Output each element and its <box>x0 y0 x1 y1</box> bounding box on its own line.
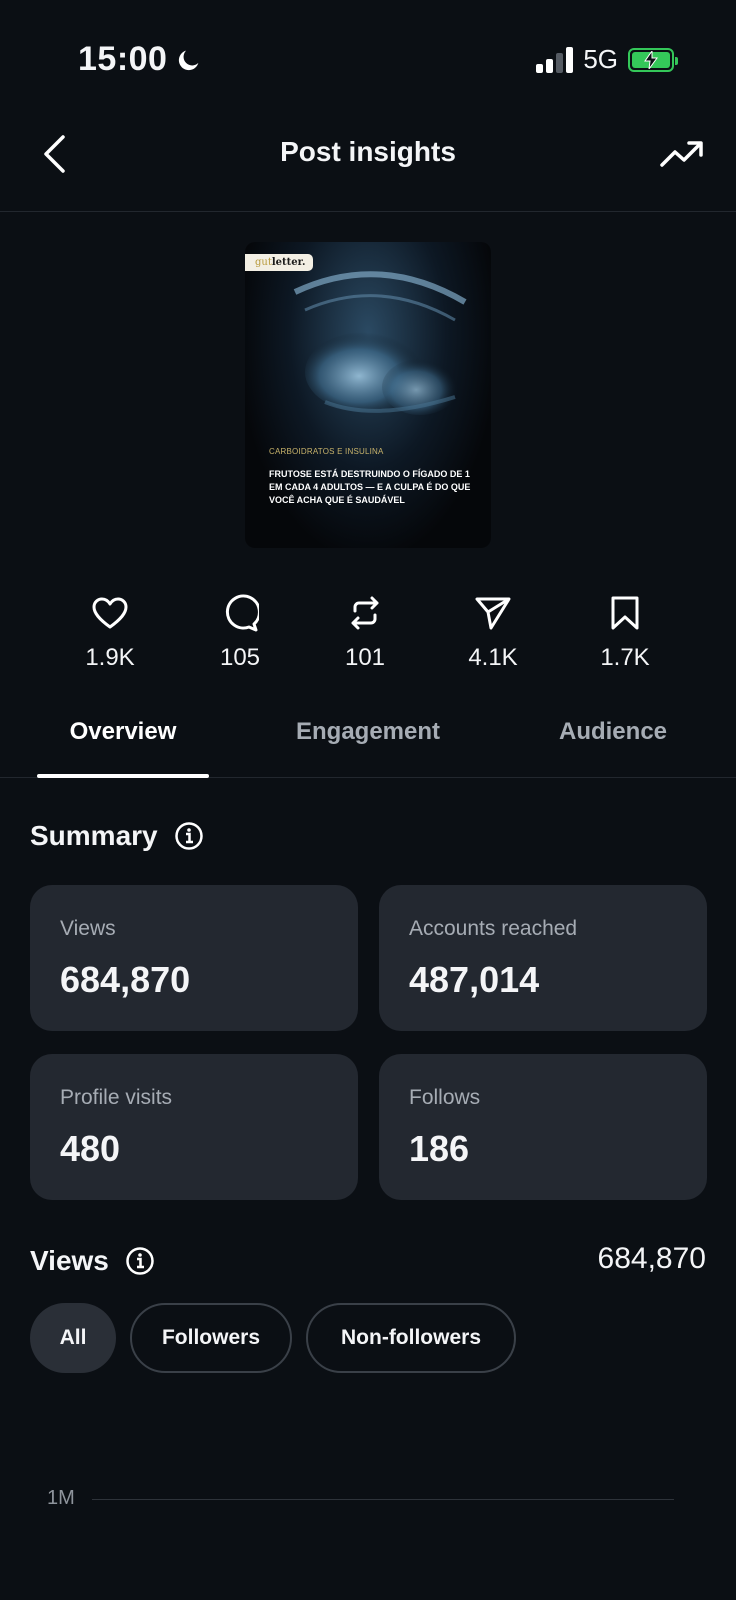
tab-audience[interactable]: Audience <box>533 718 693 746</box>
bookmark-icon <box>611 596 639 630</box>
views-title: Views <box>30 1245 109 1276</box>
network-type: 5G <box>583 44 618 74</box>
interaction-stats: 1.9K 105 101 4.1K 1.7K <box>0 592 736 682</box>
status-time-text: 15:00 <box>78 40 168 78</box>
saves-count: 1.7K <box>600 644 650 671</box>
shares-count: 4.1K <box>468 644 518 671</box>
cellular-signal-icon <box>536 46 574 73</box>
accounts-reached-value: 487,014 <box>409 959 540 1000</box>
profile-visits-card[interactable]: Profile visits 480 <box>30 1054 358 1200</box>
top-app-bar: Post insights <box>0 110 736 212</box>
comments-count: 105 <box>219 644 261 671</box>
comment-icon <box>225 594 259 632</box>
stat-reposts: 101 <box>305 592 425 672</box>
stat-comments: 105 <box>180 592 300 672</box>
summary-heading: Summary <box>30 820 204 852</box>
follows-value: 186 <box>409 1128 470 1169</box>
info-icon[interactable] <box>125 1246 155 1276</box>
ultrasound-image <box>293 271 467 415</box>
tab-overview[interactable]: Overview <box>37 718 209 746</box>
repost-icon <box>351 596 379 630</box>
chart-y-tick: 1M <box>47 1487 75 1509</box>
status-bar: 15:00 5G <box>0 0 736 110</box>
follows-label: Follows <box>409 1086 481 1109</box>
profile-visits-label: Profile visits <box>60 1086 173 1109</box>
brand-logo: gutletter. <box>245 254 314 271</box>
chart-gridline <box>92 1499 674 1500</box>
active-tab-indicator <box>37 774 209 778</box>
status-time: 15:00 <box>78 40 203 79</box>
post-insights-screen: 15:00 5G Post insights gutletter. CARBOI… <box>0 0 736 1600</box>
trending-up-icon <box>660 141 703 167</box>
post-kicker: CARBOIDRATOS E INSULINA <box>269 447 384 456</box>
battery-charging-icon <box>628 47 678 72</box>
post-headline: FRUTOSE ESTÁ DESTRUINDO O FÍGADO DE 1 EM… <box>269 469 471 505</box>
views-heading: Views <box>30 1245 155 1277</box>
stat-likes: 1.9K <box>50 592 170 672</box>
trending-button[interactable] <box>654 130 710 178</box>
profile-visits-value: 480 <box>60 1128 121 1169</box>
heart-icon <box>92 597 128 629</box>
filter-followers[interactable]: Followers <box>130 1303 292 1373</box>
post-thumbnail[interactable]: gutletter. CARBOIDRATOS E INSULINA FRUTO… <box>245 242 491 548</box>
views-total: 684,870 <box>597 1242 706 1275</box>
follows-card[interactable]: Follows 186 <box>379 1054 707 1200</box>
stat-shares: 4.1K <box>433 592 553 672</box>
status-indicators: 5G <box>536 44 678 75</box>
page-title: Post insights <box>280 136 456 167</box>
stat-saves: 1.7K <box>565 592 685 672</box>
filter-all[interactable]: All <box>30 1303 116 1373</box>
summary-title: Summary <box>30 820 158 851</box>
views-card[interactable]: Views 684,870 <box>30 885 358 1031</box>
info-icon[interactable] <box>174 821 204 851</box>
moon-icon <box>179 50 199 70</box>
reposts-count: 101 <box>344 644 386 671</box>
accounts-reached-card[interactable]: Accounts reached 487,014 <box>379 885 707 1031</box>
views-card-label: Views <box>60 917 116 940</box>
send-icon <box>475 597 511 630</box>
insights-tabs: Overview Engagement Audience <box>0 690 736 778</box>
filter-non-followers[interactable]: Non-followers <box>306 1303 516 1373</box>
likes-count: 1.9K <box>85 644 135 671</box>
accounts-reached-label: Accounts reached <box>409 917 578 940</box>
tab-engagement[interactable]: Engagement <box>268 718 468 746</box>
views-card-value: 684,870 <box>60 959 191 1000</box>
